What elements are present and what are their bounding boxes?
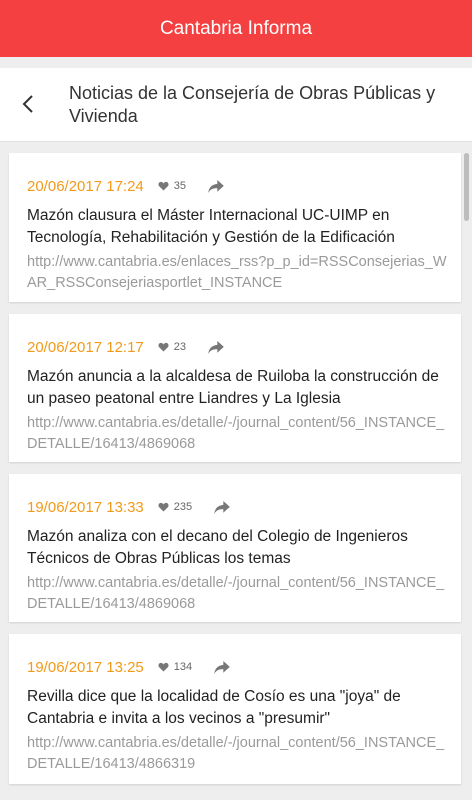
heart-icon (158, 502, 169, 512)
news-card[interactable]: 19/06/2017 13:33 235 Mazón analiza con e… (9, 474, 461, 622)
card-meta: 20/06/2017 17:24 35 (27, 176, 224, 196)
arrow-back-icon (22, 95, 33, 113)
news-link[interactable]: http://www.cantabria.es/enlaces_rss?p_p_… (27, 252, 447, 294)
share-button[interactable] (214, 660, 230, 674)
news-date: 19/06/2017 13:25 (27, 658, 144, 676)
share-button[interactable] (208, 179, 224, 193)
like-count: 235 (173, 501, 193, 513)
section-title: Noticias de la Consejería de Obras Públi… (69, 83, 436, 126)
app-bar: Cantabria Informa (0, 0, 472, 57)
news-card[interactable]: 19/06/2017 13:25 134 Revilla dice que la… (9, 634, 461, 784)
share-icon (208, 340, 224, 354)
card-meta: 19/06/2017 13:33 235 (27, 497, 230, 517)
like-button[interactable]: 23 (158, 341, 186, 353)
news-title[interactable]: Mazón anuncia a la alcaldesa de Ruiloba … (27, 366, 447, 410)
share-icon (214, 500, 230, 514)
app-title: Cantabria Informa (159, 17, 313, 39)
like-count: 134 (173, 661, 193, 673)
news-card[interactable]: 20/06/2017 12:17 23 Mazón anuncia a la a… (9, 314, 461, 462)
scrollbar[interactable] (464, 153, 469, 221)
heart-icon (158, 342, 169, 352)
like-button[interactable]: 35 (158, 180, 186, 192)
card-meta: 20/06/2017 12:17 23 (27, 337, 224, 357)
news-date: 20/06/2017 12:17 (27, 338, 144, 356)
news-date: 20/06/2017 17:24 (27, 177, 144, 195)
back-button[interactable] (12, 88, 44, 120)
heart-icon (158, 662, 169, 672)
news-title[interactable]: Mazón clausura el Máster Internacional U… (27, 205, 447, 249)
like-button[interactable]: 235 (158, 501, 192, 513)
news-list[interactable]: 20/06/2017 17:24 35 Mazón clausura el Má… (0, 141, 472, 800)
share-button[interactable] (208, 340, 224, 354)
like-button[interactable]: 134 (158, 661, 192, 673)
news-link[interactable]: http://www.cantabria.es/detalle/-/journa… (27, 733, 447, 775)
share-icon (208, 179, 224, 193)
news-date: 19/06/2017 13:33 (27, 498, 144, 516)
like-count: 35 (173, 180, 187, 192)
news-title[interactable]: Revilla dice que la localidad de Cosío e… (27, 686, 447, 730)
news-link[interactable]: http://www.cantabria.es/detalle/-/journa… (27, 413, 447, 455)
share-icon (214, 660, 230, 674)
section-header: Noticias de la Consejería de Obras Públi… (0, 68, 472, 142)
like-count: 23 (173, 341, 187, 353)
heart-icon (158, 181, 169, 191)
news-title[interactable]: Mazón analiza con el decano del Colegio … (27, 526, 447, 570)
card-meta: 19/06/2017 13:25 134 (27, 657, 230, 677)
share-button[interactable] (214, 500, 230, 514)
news-link[interactable]: http://www.cantabria.es/detalle/-/journa… (27, 573, 447, 615)
news-card[interactable]: 20/06/2017 17:24 35 Mazón clausura el Má… (9, 153, 461, 302)
